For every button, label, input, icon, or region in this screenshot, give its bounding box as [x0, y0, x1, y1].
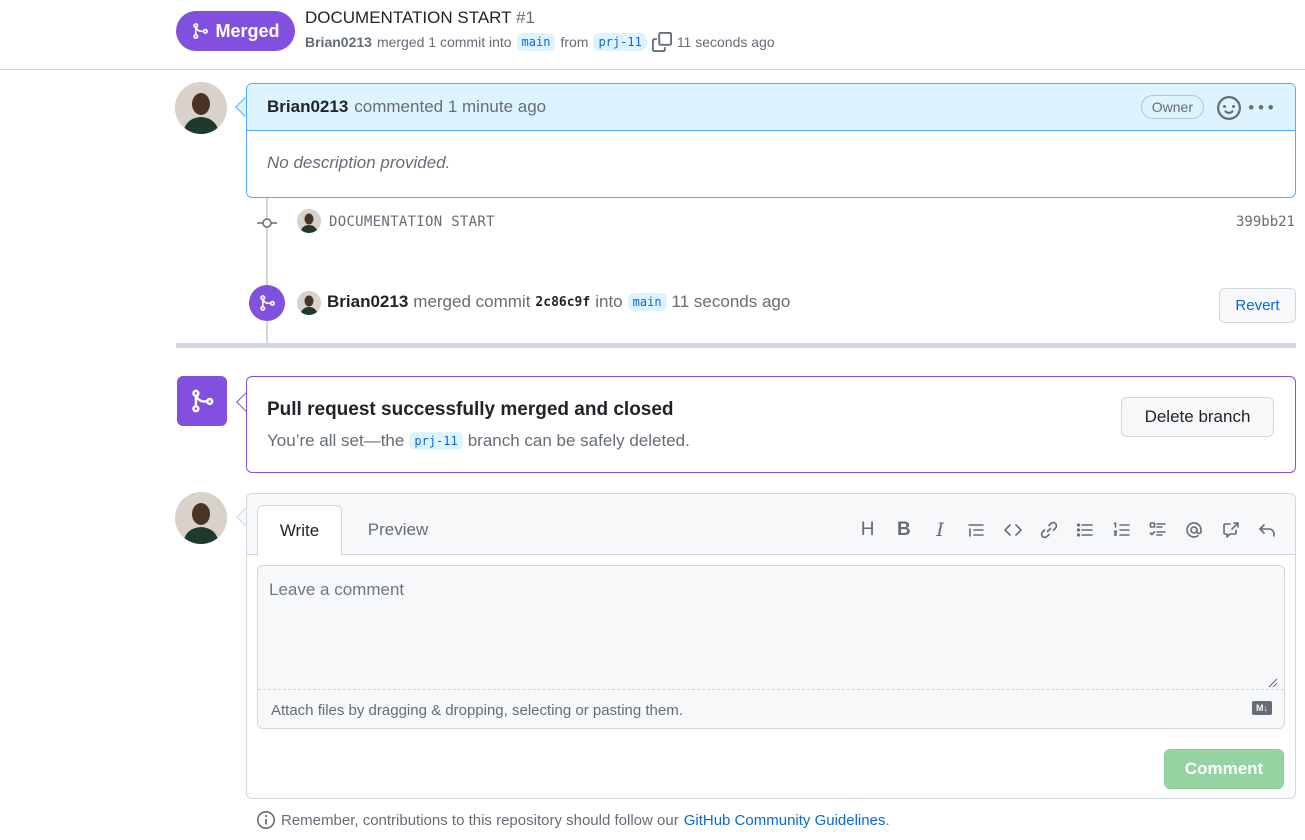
merge-commit-sha-link[interactable]: 2c86c9f [535, 295, 590, 310]
comment-editor: Leave a comment Attach files by dragging… [257, 565, 1285, 729]
comment-submit-button[interactable]: Comment [1164, 749, 1284, 789]
comment-tabs: Write Preview H B I [247, 494, 1295, 556]
current-user-avatar[interactable] [175, 492, 227, 544]
comment-box: Brian0213 commented 1 minute ago Owner N… [246, 83, 1296, 198]
merge-status-title: Pull request successfully merged and clo… [267, 399, 674, 420]
merge-status-sub-prefix: You’re all set—the [267, 431, 405, 450]
link-icon[interactable] [1031, 518, 1067, 542]
heading-icon[interactable]: H [849, 518, 885, 542]
revert-button[interactable]: Revert [1219, 288, 1296, 323]
attach-files-area[interactable]: Attach files by dragging & dropping, sel… [258, 689, 1284, 728]
code-icon[interactable] [995, 518, 1031, 542]
markdown-toolbar: H B I [849, 518, 1285, 542]
markdown-icon[interactable]: M↓ [1252, 701, 1272, 715]
owner-badge: Owner [1140, 95, 1204, 119]
timeline-divider [176, 343, 1296, 348]
saved-reply-icon[interactable] [1249, 518, 1285, 542]
pr-time: 11 seconds ago [676, 34, 775, 50]
deletable-branch-label[interactable]: prj-11 [409, 432, 463, 450]
pr-title-text: DOCUMENTATION START [305, 8, 512, 27]
merge-event-text: merged commit [413, 292, 531, 311]
commit-author-avatar[interactable] [297, 209, 321, 233]
contribution-note: Remember, contributions to this reposito… [256, 810, 890, 830]
merge-event-badge [249, 285, 285, 321]
merge-status-sub-suffix: branch can be safely deleted. [467, 431, 690, 450]
delete-branch-button[interactable]: Delete branch [1121, 397, 1274, 437]
git-commit-icon [257, 213, 277, 233]
head-branch-label[interactable]: prj-11 [593, 33, 647, 51]
pr-meta: Brian0213 merged 1 commit into main from… [305, 32, 775, 52]
contribution-note-text: Remember, contributions to this reposito… [281, 811, 679, 829]
comment-body: No description provided. [267, 153, 451, 172]
merge-author-link[interactable]: Brian0213 [327, 292, 408, 312]
merge-time: 11 seconds ago [671, 292, 791, 311]
info-icon [257, 811, 275, 829]
italic-icon[interactable]: I [922, 518, 958, 542]
merge-author-avatar[interactable] [297, 291, 321, 315]
author-avatar[interactable] [175, 82, 227, 134]
comment-action: commented 1 minute ago [354, 97, 547, 116]
bold-icon[interactable]: B [886, 518, 922, 542]
community-guidelines-link[interactable]: GitHub Community Guidelines [684, 812, 886, 829]
commit-message-link[interactable]: DOCUMENTATION START [329, 214, 495, 230]
comment-author-link[interactable]: Brian0213 [267, 97, 348, 117]
merge-branch-label[interactable]: main [627, 293, 667, 311]
pr-header: Merged DOCUMENTATION START #1 Brian0213 … [0, 0, 1305, 70]
pr-number: #1 [515, 8, 535, 27]
resize-handle-icon[interactable] [1268, 675, 1278, 688]
mention-icon[interactable] [1176, 518, 1212, 542]
pr-author-link[interactable]: Brian0213 [305, 34, 372, 50]
merged-status-badge: Merged [176, 11, 295, 51]
tab-write[interactable]: Write [257, 505, 342, 556]
task-list-icon[interactable] [1140, 518, 1176, 542]
pr-title: DOCUMENTATION START #1 [305, 8, 535, 28]
copy-icon[interactable] [651, 32, 672, 52]
base-branch-label[interactable]: main [516, 33, 556, 51]
merge-status-subtitle: You’re all set—the prj-11 branch can be … [267, 431, 690, 451]
tab-preview[interactable]: Preview [358, 505, 438, 555]
commit-sha-link[interactable]: 399bb21 [1236, 214, 1295, 230]
merge-event: Brian0213 merged commit 2c86c9f into mai… [327, 292, 790, 312]
bulleted-list-icon[interactable] [1067, 518, 1103, 542]
pr-from-text: from [560, 34, 589, 50]
new-comment-box: Write Preview H B I Leave a comment Atta… [246, 493, 1296, 799]
pr-merged-text: merged 1 commit into [376, 34, 512, 50]
git-merge-icon [192, 389, 214, 413]
merge-status-box: Pull request successfully merged and clo… [246, 376, 1296, 473]
smiley-icon[interactable] [1217, 96, 1241, 120]
comment-header: Brian0213 commented 1 minute ago Owner [247, 84, 1295, 131]
cross-reference-icon[interactable] [1212, 518, 1248, 542]
kebab-horizontal-icon[interactable] [1249, 96, 1273, 120]
quote-icon[interactable] [958, 518, 994, 542]
merged-status-icon [177, 376, 227, 426]
comment-textarea[interactable]: Leave a comment [258, 566, 1284, 689]
merged-status-label: Merged [215, 20, 280, 41]
contribution-note-end: . [885, 811, 890, 829]
merge-into-text: into [595, 292, 623, 311]
numbered-list-icon[interactable] [1104, 518, 1140, 542]
git-merge-icon [193, 23, 209, 39]
git-merge-icon [260, 295, 275, 311]
